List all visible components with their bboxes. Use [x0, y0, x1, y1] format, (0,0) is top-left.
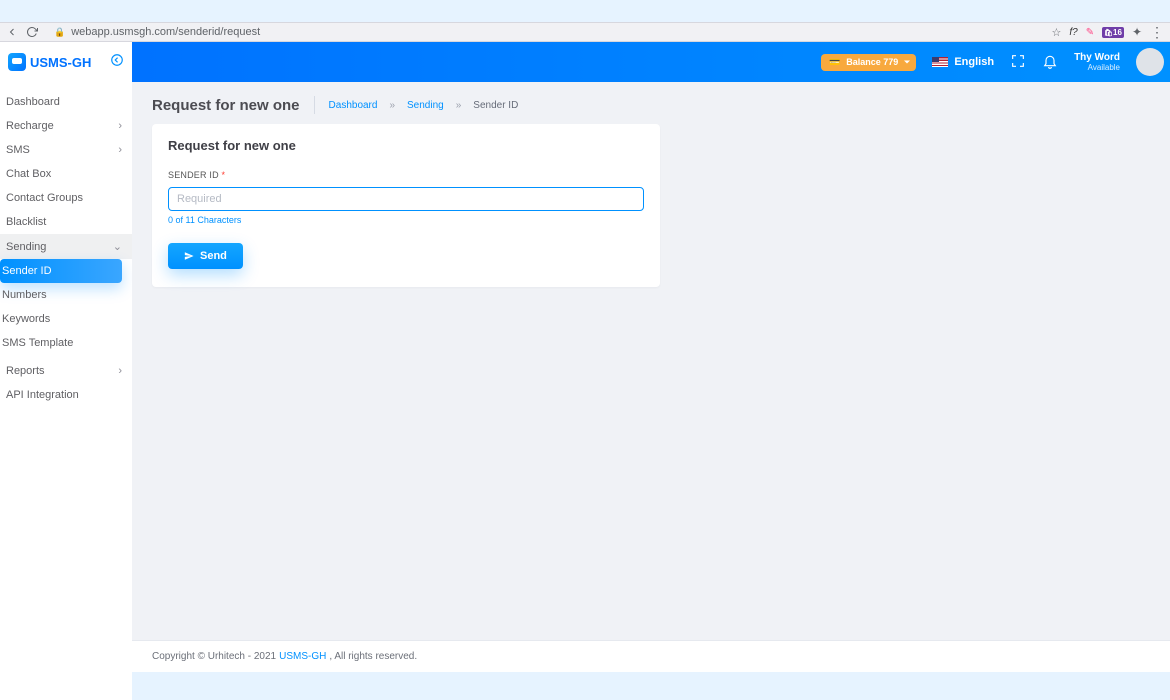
page-bottom-gap	[132, 672, 1170, 700]
user-name: Thy Word	[1074, 52, 1120, 64]
required-mark: *	[222, 170, 226, 180]
nav-item-dashboard[interactable]: Dashboard	[0, 90, 132, 114]
extension-icon-2[interactable]: ✎	[1086, 27, 1094, 38]
sender-id-label: SENDER ID *	[168, 170, 225, 180]
brand-text: USMS-GH	[30, 55, 91, 70]
crumb-sending[interactable]: Sending	[407, 100, 444, 111]
language-label: English	[954, 56, 994, 68]
card-heading: Request for new one	[168, 138, 644, 153]
fullscreen-icon[interactable]	[1010, 53, 1026, 72]
nav-label: Sending	[6, 241, 46, 253]
chevron-down-icon: ⌄	[113, 240, 122, 253]
chevron-right-icon: ›	[118, 365, 122, 377]
extensions-icon[interactable]: ✦	[1132, 25, 1142, 39]
nav-label: API Integration	[6, 389, 79, 401]
flag-us-icon	[932, 57, 948, 67]
app-frame: USMS-GH Dashboard Recharge › SMS › Chat …	[0, 42, 1170, 700]
sidebar-collapse-icon[interactable]	[110, 53, 124, 72]
crumb-sep: »	[456, 100, 462, 111]
extension-badge[interactable]: 🛍16	[1102, 27, 1124, 38]
footer: Copyright © Urhitech - 2021 USMS-GH , Al…	[132, 640, 1170, 672]
breadcrumb: Dashboard » Sending » Sender ID	[329, 100, 519, 111]
nav-item-sms[interactable]: SMS ›	[0, 138, 132, 162]
nav-label: Recharge	[6, 120, 54, 132]
wallet-icon: 💳	[829, 57, 840, 68]
footer-post: , All rights reserved.	[329, 651, 417, 662]
menu-icon[interactable]: ⋮	[1150, 24, 1164, 41]
nav-label: Reports	[6, 365, 45, 377]
footer-link[interactable]: USMS-GH	[279, 651, 326, 662]
avatar[interactable]	[1136, 48, 1164, 76]
char-count-hint: 0 of 11 Characters	[168, 215, 644, 225]
content-area: Request for new one Dashboard » Sending …	[132, 82, 1170, 700]
topbar: 💳 Balance 779 English Thy Word Available	[132, 42, 1170, 82]
nav-sub-label: Numbers	[2, 289, 47, 301]
language-switcher[interactable]: English	[932, 56, 994, 68]
chevron-right-icon: ›	[118, 144, 122, 156]
chevron-right-icon: ›	[118, 120, 122, 132]
label-text: SENDER ID	[168, 170, 219, 180]
divider	[314, 96, 315, 114]
nav-sub-sms-template[interactable]: SMS Template	[0, 331, 132, 355]
nav-item-sending[interactable]: Sending ⌄	[0, 234, 132, 259]
url-field[interactable]: 🔒 webapp.usmsgh.com/senderid/request	[48, 25, 1032, 39]
nav-sub-label: Sender ID	[2, 265, 52, 277]
back-icon[interactable]	[6, 26, 18, 38]
footer-pre: Copyright © Urhitech - 2021	[152, 651, 276, 662]
star-icon[interactable]: ☆	[1052, 26, 1062, 39]
nav-item-blacklist[interactable]: Blacklist	[0, 210, 132, 234]
nav: Dashboard Recharge › SMS › Chat Box Cont…	[0, 82, 132, 407]
balance-pill[interactable]: 💳 Balance 779	[821, 54, 916, 71]
send-icon	[184, 251, 194, 261]
nav-label: SMS	[6, 144, 30, 156]
nav-label: Contact Groups	[6, 192, 83, 204]
browser-address-bar: 🔒 webapp.usmsgh.com/senderid/request ☆ f…	[0, 22, 1170, 42]
reload-icon[interactable]	[26, 26, 38, 38]
nav-sub-sender-id[interactable]: Sender ID	[0, 259, 122, 283]
brand-logo-icon	[8, 53, 26, 71]
user-block[interactable]: Thy Word Available	[1074, 52, 1120, 73]
balance-text: Balance 779	[846, 57, 898, 67]
nav-sub-keywords[interactable]: Keywords	[0, 307, 132, 331]
nav-label: Chat Box	[6, 168, 51, 180]
nav-item-api-integration[interactable]: API Integration	[0, 383, 132, 407]
crumb-sep: »	[389, 100, 395, 111]
nav-item-chatbox[interactable]: Chat Box	[0, 162, 132, 186]
crumb-current: Sender ID	[473, 100, 518, 111]
nav-sub-label: SMS Template	[2, 337, 73, 349]
nav-sub-label: Keywords	[2, 313, 50, 325]
sender-id-input[interactable]	[168, 187, 644, 211]
nav-item-recharge[interactable]: Recharge ›	[0, 114, 132, 138]
nav-item-reports[interactable]: Reports ›	[0, 359, 132, 383]
user-status: Available	[1074, 63, 1120, 72]
sidebar: USMS-GH Dashboard Recharge › SMS › Chat …	[0, 42, 132, 700]
extension-badge-icon: 🛍	[1104, 30, 1113, 37]
bell-icon[interactable]	[1042, 53, 1058, 72]
nav-item-contact-groups[interactable]: Contact Groups	[0, 186, 132, 210]
page-title: Request for new one	[152, 97, 300, 114]
crumb-dashboard[interactable]: Dashboard	[329, 100, 378, 111]
browser-tabstrip-gap	[0, 0, 1170, 22]
request-card: Request for new one SENDER ID * 0 of 11 …	[152, 124, 660, 287]
nav-sub-numbers[interactable]: Numbers	[0, 283, 132, 307]
send-button-label: Send	[200, 250, 227, 262]
brand[interactable]: USMS-GH	[8, 53, 91, 71]
nav-label: Blacklist	[6, 216, 46, 228]
nav-label: Dashboard	[6, 96, 60, 108]
extension-icon-1[interactable]: f?	[1069, 27, 1077, 38]
send-button[interactable]: Send	[168, 243, 243, 269]
lock-icon: 🔒	[54, 27, 65, 38]
url-text: webapp.usmsgh.com/senderid/request	[71, 26, 260, 38]
